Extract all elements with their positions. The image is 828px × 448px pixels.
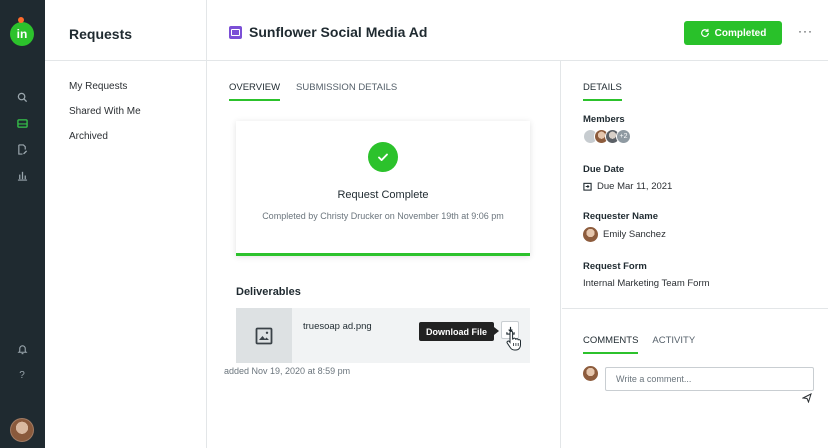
- app-logo[interactable]: in: [10, 22, 34, 46]
- section-title: Requests: [69, 26, 133, 42]
- request-icon: [229, 26, 242, 39]
- comment-tabs: COMMENTS ACTIVITY: [583, 335, 695, 354]
- requester-name: Emily Sanchez: [603, 229, 666, 240]
- search-icon[interactable]: [14, 89, 30, 105]
- members-label: Members: [583, 114, 625, 125]
- logo-notification-dot: [18, 17, 24, 23]
- requester-avatar: [583, 227, 598, 242]
- calendar-due-icon: [583, 182, 592, 191]
- page-header: Sunflower Social Media Ad Completed ···: [207, 0, 828, 61]
- requests-subnav: Requests My Requests Shared With Me Arch…: [45, 0, 207, 448]
- divider: [45, 60, 207, 61]
- logo-text: in: [16, 27, 28, 41]
- subnav-item-archived[interactable]: Archived: [69, 131, 108, 142]
- requester-label: Requester Name: [583, 211, 658, 222]
- subnav-item-shared-with-me[interactable]: Shared With Me: [69, 106, 141, 117]
- file-added-timestamp: added Nov 19, 2020 at 8:59 pm: [224, 366, 351, 376]
- main-tabs: OVERVIEW SUBMISSION DETAILS: [229, 82, 397, 101]
- download-tooltip: Download File: [419, 322, 500, 341]
- comment-input[interactable]: [605, 367, 814, 391]
- status-label: Completed: [714, 27, 767, 39]
- request-main-panel: OVERVIEW SUBMISSION DETAILS Request Comp…: [207, 61, 561, 448]
- app-rail: in ?: [0, 0, 45, 448]
- members-more-badge[interactable]: +2: [616, 129, 631, 144]
- image-file-icon: [236, 308, 292, 363]
- check-circle-icon: [368, 142, 398, 172]
- hand-cursor-icon: [506, 330, 522, 351]
- status-completed-button[interactable]: Completed: [684, 21, 782, 45]
- due-date-text: Due Mar 11, 2021: [597, 181, 673, 192]
- tab-overview[interactable]: OVERVIEW: [229, 82, 281, 101]
- request-form-value: Internal Marketing Team Form: [583, 278, 710, 289]
- due-date-label: Due Date: [583, 164, 625, 175]
- tab-activity[interactable]: ACTIVITY: [652, 335, 695, 354]
- chart-icon[interactable]: [14, 167, 30, 183]
- tab-details[interactable]: DETAILS: [583, 82, 622, 101]
- more-options-button[interactable]: ···: [798, 24, 813, 38]
- card-title: Request Complete: [337, 189, 429, 201]
- commenter-avatar: [583, 366, 598, 381]
- file-name[interactable]: truesoap ad.png: [303, 321, 372, 332]
- tab-submission-details[interactable]: SUBMISSION DETAILS: [296, 82, 397, 101]
- details-panel: DETAILS Members +2 Due Date Due Mar 11, …: [562, 61, 828, 448]
- user-avatar[interactable]: [10, 418, 34, 442]
- request-form-label: Request Form: [583, 261, 647, 272]
- deliverable-file-row[interactable]: truesoap ad.png Download File: [236, 308, 530, 363]
- send-icon[interactable]: [802, 393, 812, 403]
- page-title: Sunflower Social Media Ad: [249, 24, 428, 40]
- edit-document-icon[interactable]: [14, 141, 30, 157]
- card-subtitle: Completed by Christy Drucker on November…: [262, 211, 504, 221]
- request-complete-card: Request Complete Completed by Christy Dr…: [236, 121, 530, 256]
- due-date-value: Due Mar 11, 2021: [583, 181, 672, 192]
- deliverables-heading: Deliverables: [236, 286, 301, 298]
- help-icon[interactable]: ?: [14, 367, 30, 383]
- bell-icon[interactable]: [14, 341, 30, 357]
- tab-comments[interactable]: COMMENTS: [583, 335, 639, 354]
- requester-value: Emily Sanchez: [583, 227, 666, 242]
- inbox-icon[interactable]: [14, 115, 30, 131]
- divider: [562, 308, 828, 309]
- refresh-icon: [700, 28, 709, 37]
- subnav-item-my-requests[interactable]: My Requests: [69, 81, 127, 92]
